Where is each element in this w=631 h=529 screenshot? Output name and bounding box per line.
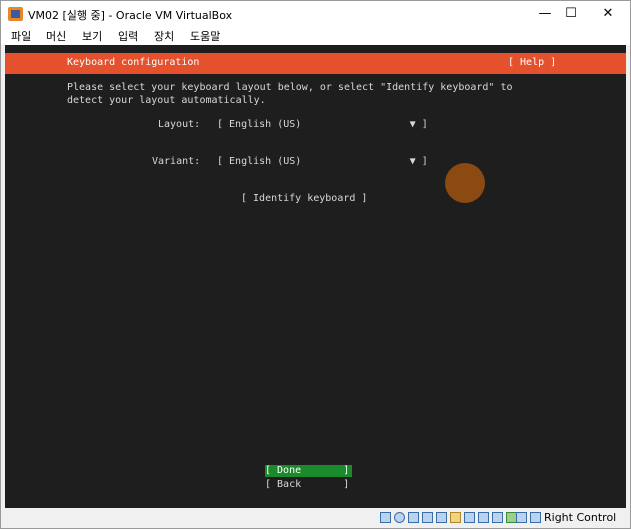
keyboard-icon[interactable] <box>530 512 541 523</box>
menu-devices[interactable]: 장치 <box>154 28 174 44</box>
title-bar[interactable]: VM02 [실행 중] - Oracle VM VirtualBox — ☐ ✕ <box>1 1 630 27</box>
display-icon[interactable] <box>464 512 475 523</box>
recording-icon[interactable] <box>492 512 503 523</box>
maximize-button[interactable]: ☐ <box>554 1 588 27</box>
description-line-2: detect your layout automatically. <box>67 95 266 106</box>
mouse-integration-icon[interactable] <box>516 512 527 523</box>
window-title: VM02 [실행 중] - Oracle VM VirtualBox <box>28 9 233 22</box>
video-capture-icon[interactable] <box>478 512 489 523</box>
network-icon[interactable] <box>422 512 433 523</box>
help-button[interactable]: [ Help ] <box>508 57 556 68</box>
back-button[interactable]: [ Back ] <box>265 479 349 490</box>
shared-folder-icon[interactable] <box>450 512 461 523</box>
mouse-pointer-indicator <box>445 163 485 203</box>
menu-input[interactable]: 입력 <box>118 28 138 44</box>
menu-help[interactable]: 도움말 <box>190 28 220 44</box>
variant-label: Variant: <box>152 156 201 167</box>
header-title: Keyboard configuration <box>67 57 200 68</box>
optical-drive-icon[interactable] <box>394 512 405 523</box>
hard-disk-icon[interactable] <box>380 512 391 523</box>
identify-keyboard-button[interactable]: [ Identify keyboard ] <box>241 193 367 204</box>
done-button-label: [ Done ] <box>265 465 350 476</box>
status-bar: Right Control <box>1 508 630 528</box>
virtualbox-window: VM02 [실행 중] - Oracle VM VirtualBox — ☐ ✕… <box>0 0 631 529</box>
layout-label: Layout: <box>158 119 201 130</box>
done-button[interactable]: [ Done ] <box>265 465 352 477</box>
installer-header: Keyboard configuration [ Help ] <box>5 53 626 74</box>
usb-icon[interactable] <box>436 512 447 523</box>
menu-machine[interactable]: 머신 <box>46 28 66 44</box>
description-line-1: Please select your keyboard layout below… <box>67 82 513 93</box>
menu-view[interactable]: 보기 <box>82 28 102 44</box>
layout-dropdown[interactable]: [ English (US) ▼ ] <box>217 119 428 130</box>
audio-icon[interactable] <box>408 512 419 523</box>
virtualbox-app-icon <box>8 7 23 21</box>
variant-dropdown[interactable]: [ English (US) ▼ ] <box>217 156 428 167</box>
close-button[interactable]: ✕ <box>591 1 625 27</box>
vm-display[interactable]: Keyboard configuration [ Help ] Please s… <box>5 45 626 508</box>
host-key-label: Right Control <box>544 511 617 524</box>
menu-file[interactable]: 파일 <box>11 28 31 44</box>
menu-bar: 파일 머신 보기 입력 장치 도움말 <box>1 27 630 45</box>
